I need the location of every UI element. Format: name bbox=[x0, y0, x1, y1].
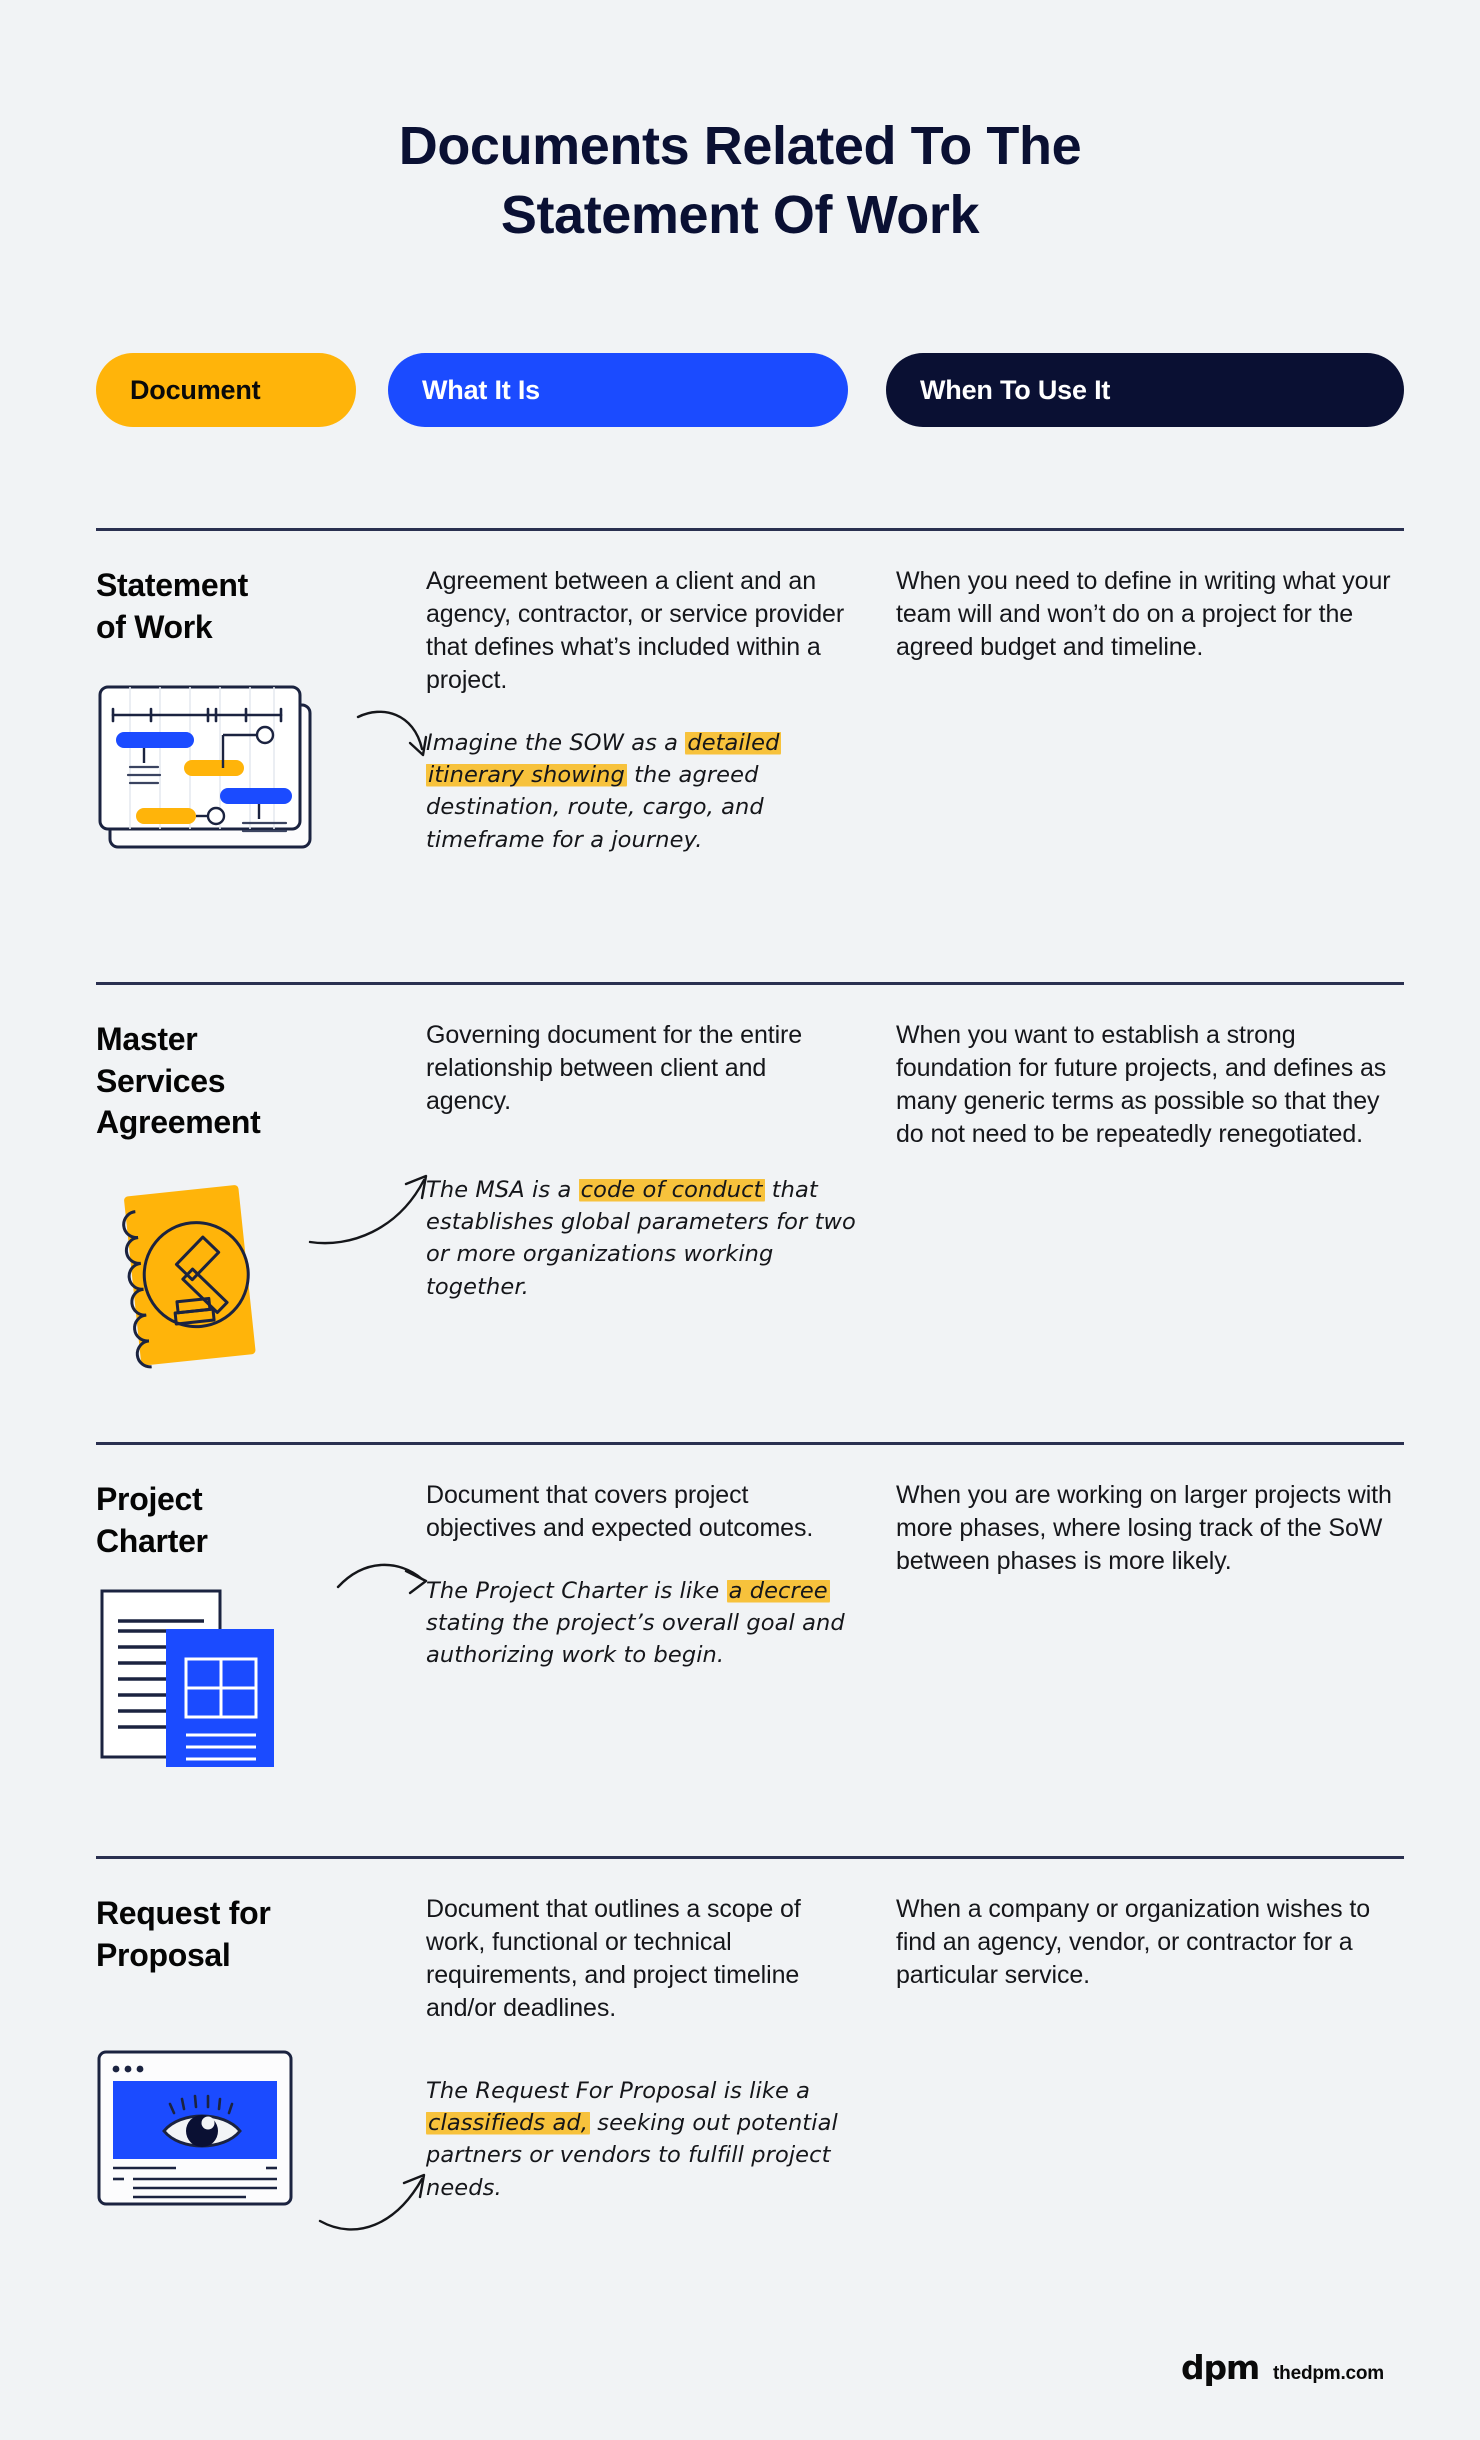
highlighted-phrase: code of conduct bbox=[578, 1177, 765, 1203]
document-title-line-2: Proposal bbox=[96, 1936, 231, 1973]
page-title-line-2: Statement Of Work bbox=[500, 185, 980, 246]
highlighted-phrase: a decree bbox=[726, 1578, 830, 1604]
when-to-use-text: When a company or organization wishes to… bbox=[896, 1895, 1371, 1989]
row-when-to-use-cell: When you need to define in writing what … bbox=[896, 565, 1404, 856]
document-title-line-1: Master bbox=[96, 1021, 198, 1057]
document-title-line-1: Request for bbox=[96, 1895, 271, 1931]
table-row-statement-of-work: Statement of Work Agreement between a cl… bbox=[96, 528, 1404, 856]
document-title-line-2: Charter bbox=[96, 1522, 208, 1559]
row-document-cell: Request for Proposal bbox=[96, 1893, 426, 2206]
row-document-cell: Statement of Work bbox=[96, 565, 426, 856]
infographic-page: Documents Related To The Statement Of Wo… bbox=[0, 0, 1480, 2440]
page-title-line-1: Documents Related To The bbox=[398, 116, 1082, 176]
document-title-line-2: of Work bbox=[96, 608, 213, 645]
header-pill-document: Document bbox=[96, 353, 356, 427]
what-it-is-text: Governing document for the entire relati… bbox=[426, 1021, 803, 1115]
site-url: thedpm.com bbox=[1273, 2363, 1384, 2384]
page-title: Documents Related To The Statement Of Wo… bbox=[0, 0, 1480, 250]
document-title: Statement of Work bbox=[96, 565, 426, 648]
note-block: The MSA is a code of conduct that establ… bbox=[308, 1174, 856, 1303]
row-what-it-is-cell: Document that outlines a scope of work, … bbox=[318, 1893, 896, 2231]
document-title: Request for Proposal bbox=[96, 1893, 426, 1976]
browser-eye-icon bbox=[96, 2049, 336, 2214]
row-what-it-is-cell: Agreement between a client and an agency… bbox=[356, 565, 896, 856]
note-text: Imagine the SOW as a detailed itinerary … bbox=[426, 730, 782, 853]
note-text: The Request For Proposal is like a class… bbox=[426, 2078, 838, 2201]
highlighted-phrase: classifieds ad, bbox=[426, 2110, 590, 2137]
document-title: Project Charter bbox=[96, 1479, 426, 1562]
note-text: The Project Charter is like a decree sta… bbox=[426, 1578, 845, 1669]
row-what-it-is-cell: Document that covers project objectives … bbox=[336, 1479, 896, 1672]
what-it-is-text: Agreement between a client and an agency… bbox=[426, 567, 845, 694]
documents-grid-icon bbox=[98, 1587, 318, 1772]
notebook-gavel-icon bbox=[92, 1167, 312, 1382]
gantt-chart-icon bbox=[96, 681, 346, 871]
table-row-request-for-proposal: Request for Proposal Document that outli… bbox=[96, 1856, 1404, 2231]
document-title: Master Services Agreement bbox=[96, 1019, 426, 1144]
footer-branding: dpm thedpm.com bbox=[1181, 2348, 1384, 2387]
note-text: The MSA is a code of conduct that establ… bbox=[426, 1177, 856, 1300]
note-block: Imagine the SOW as a detailed itinerary … bbox=[356, 710, 856, 856]
table-row-project-charter: Project Charter Document that covers pro… bbox=[96, 1442, 1404, 1767]
when-to-use-text: When you are working on larger projects … bbox=[896, 1481, 1392, 1575]
row-document-cell: Project Charter bbox=[96, 1479, 426, 1767]
row-when-to-use-cell: When you are working on larger projects … bbox=[896, 1479, 1404, 1672]
document-title-line-1: Statement bbox=[96, 567, 249, 603]
what-it-is-text: Document that covers project objectives … bbox=[426, 1481, 814, 1542]
document-title-line-2: Services bbox=[96, 1062, 226, 1099]
header-pill-when-to-use-it: When To Use It bbox=[886, 353, 1404, 427]
document-title-line-1: Project bbox=[96, 1481, 203, 1517]
row-when-to-use-cell: When you want to establish a strong foun… bbox=[896, 1019, 1404, 1303]
when-to-use-text: When you need to define in writing what … bbox=[896, 567, 1391, 661]
header-pill-what-it-is: What It Is bbox=[388, 353, 848, 427]
table-row-master-services-agreement: Master Services Agreement Governing docu… bbox=[96, 982, 1404, 1369]
note-block: The Request For Proposal is like a class… bbox=[318, 2075, 856, 2231]
row-what-it-is-cell: Governing document for the entire relati… bbox=[308, 1019, 896, 1303]
row-document-cell: Master Services Agreement bbox=[96, 1019, 426, 1369]
dpm-logo: dpm bbox=[1181, 2348, 1260, 2387]
what-it-is-text: Document that outlines a scope of work, … bbox=[426, 1895, 801, 2022]
note-block: The Project Charter is like a decree sta… bbox=[336, 1563, 856, 1672]
when-to-use-text: When you want to establish a strong foun… bbox=[896, 1021, 1387, 1148]
column-header-pills: Document What It Is When To Use It bbox=[96, 353, 1404, 427]
row-when-to-use-cell: When a company or organization wishes to… bbox=[896, 1893, 1404, 2204]
document-title-line-3: Agreement bbox=[96, 1104, 261, 1141]
